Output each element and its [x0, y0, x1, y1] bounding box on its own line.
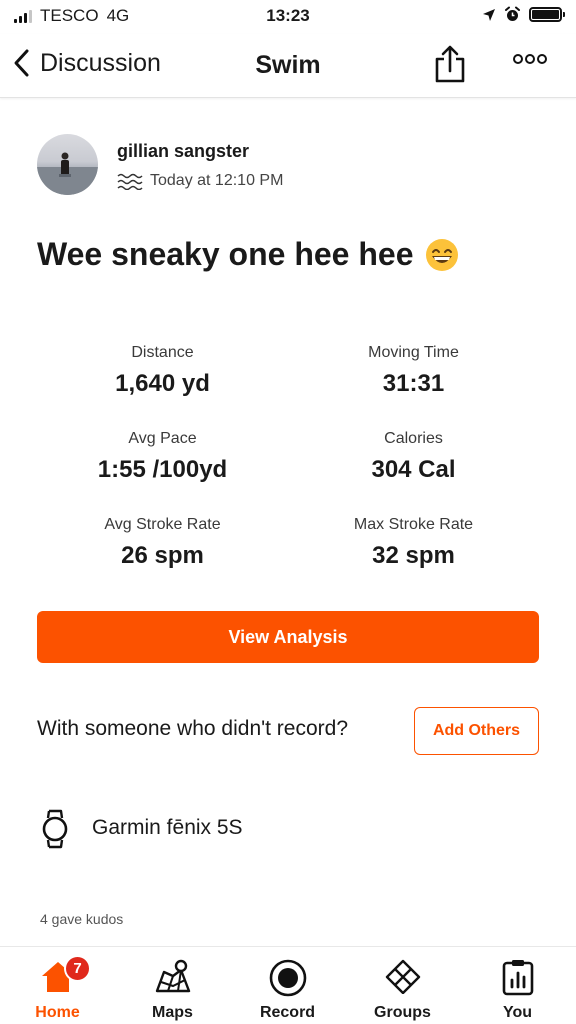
- activity-timestamp: Today at 12:10 PM: [150, 172, 284, 189]
- share-button[interactable]: [432, 44, 468, 84]
- battery-icon: [529, 7, 565, 22]
- stat-value: 1,640 yd: [115, 370, 210, 397]
- stat-value: 31:31: [382, 370, 445, 397]
- view-analysis-button[interactable]: View Analysis: [37, 611, 539, 663]
- tab-label: Record: [259, 1004, 316, 1021]
- maps-icon: [155, 959, 190, 993]
- tab-you[interactable]: You: [460, 947, 575, 1024]
- kudos-count[interactable]: 4 gave kudos: [40, 911, 123, 927]
- more-options-button[interactable]: [513, 54, 547, 64]
- status-bar: TESCO 4G 13:23: [0, 0, 576, 34]
- stat-label: Max Stroke Rate: [353, 516, 474, 533]
- stat-label: Avg Pace: [128, 430, 197, 447]
- stat-avg-pace: Avg Pace 1:55 /100yd: [37, 428, 288, 498]
- watch-icon: [42, 809, 68, 849]
- grinning-face-icon: [426, 238, 459, 271]
- stat-label: Moving Time: [368, 344, 459, 361]
- back-button[interactable]: Discussion: [12, 48, 161, 78]
- chevron-left-icon: [14, 49, 29, 77]
- athlete-name[interactable]: gillian sangster: [117, 141, 249, 162]
- avatar-photo: [37, 152, 98, 195]
- tab-label: Groups: [374, 1004, 431, 1021]
- stat-max-stroke-rate: Max Stroke Rate 32 spm: [288, 514, 539, 584]
- tab-bar: 7 Home Maps Record Groups You: [0, 946, 576, 1024]
- location-arrow-icon: [483, 8, 495, 21]
- activity-title: Wee sneaky one hee hee: [37, 236, 459, 273]
- nav-header: Discussion Swim: [0, 34, 576, 98]
- notification-badge: 7: [64, 955, 91, 982]
- tab-label: You: [502, 1004, 533, 1021]
- swim-icon: [117, 173, 143, 190]
- you-icon: [502, 960, 533, 996]
- stat-calories: Calories 304 Cal: [288, 428, 539, 498]
- avatar[interactable]: [37, 134, 98, 195]
- tab-label: Home: [35, 1004, 80, 1021]
- stat-distance: Distance 1,640 yd: [37, 342, 288, 412]
- tab-label: Maps: [152, 1004, 193, 1021]
- activity-meta: Today at 12:10 PM: [117, 172, 283, 190]
- stat-label: Calories: [384, 430, 443, 447]
- stat-moving-time: Moving Time 31:31: [288, 342, 539, 412]
- stats-grid: Distance 1,640 yd Moving Time 31:31 Avg …: [37, 342, 539, 584]
- add-others-button[interactable]: Add Others: [414, 707, 539, 755]
- stat-label: Avg Stroke Rate: [104, 516, 221, 533]
- add-others-prompt: With someone who didn't record?: [37, 717, 349, 740]
- stat-avg-stroke-rate: Avg Stroke Rate 26 spm: [37, 514, 288, 584]
- groups-icon: [385, 959, 420, 994]
- tab-record[interactable]: Record: [230, 947, 345, 1024]
- stat-value: 32 spm: [372, 542, 455, 569]
- stat-value: 304 Cal: [371, 456, 456, 483]
- tab-maps[interactable]: Maps: [115, 947, 230, 1024]
- tab-home[interactable]: 7 Home: [0, 947, 115, 1024]
- device-name: Garmin fēnix 5S: [92, 816, 243, 839]
- tab-groups[interactable]: Groups: [345, 947, 460, 1024]
- activity-title-text: Wee sneaky one hee hee: [37, 236, 414, 272]
- record-icon: [269, 959, 306, 997]
- alarm-icon: [505, 6, 520, 21]
- stat-label: Distance: [131, 344, 194, 361]
- back-label: Discussion: [40, 48, 161, 77]
- stat-value: 1:55 /100yd: [97, 456, 228, 483]
- stat-value: 26 spm: [121, 542, 204, 569]
